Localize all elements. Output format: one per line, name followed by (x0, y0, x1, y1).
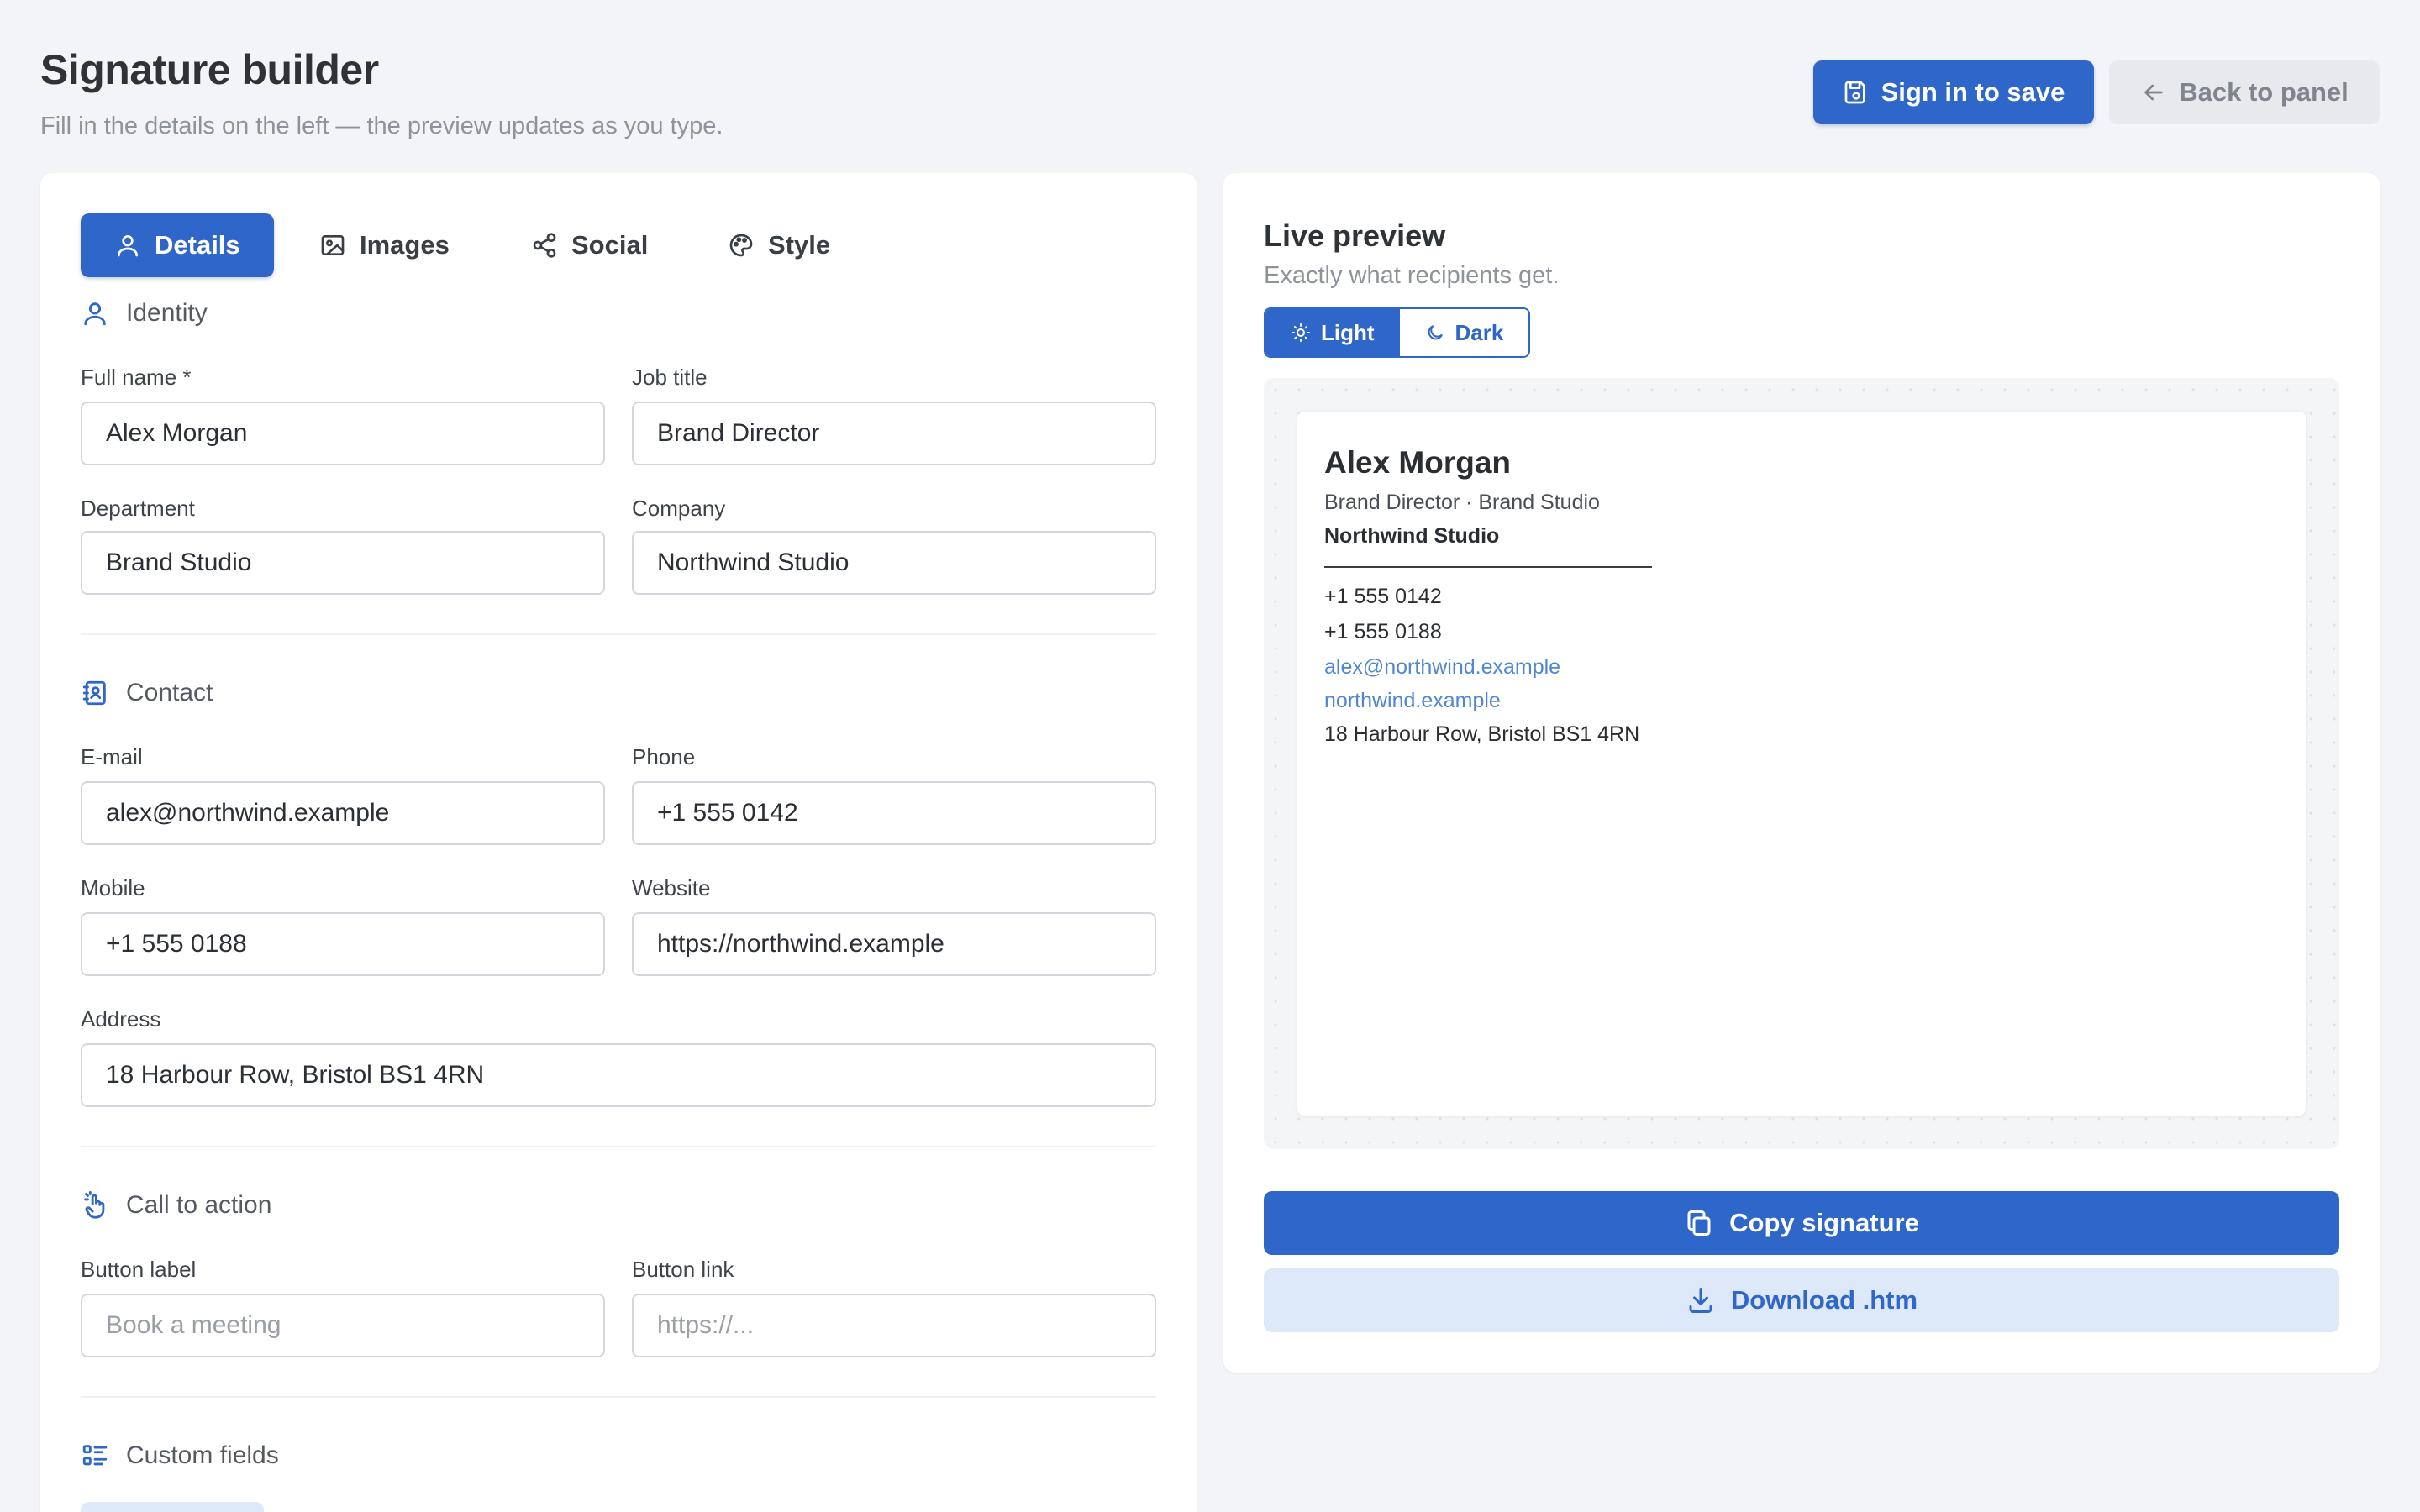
tab-details-label: Details (155, 230, 240, 260)
section-divider (81, 1396, 1156, 1398)
user-icon (118, 235, 138, 257)
signature-card: Alex Morgan Brand Director · Brand Studi… (1297, 412, 2306, 1116)
preview-card: Live preview Exactly what recipients get… (1223, 173, 2380, 1373)
pointer-click-icon (84, 1191, 105, 1219)
live-preview-title: Live preview (1264, 218, 1446, 253)
contact-heading-text: Contact (126, 679, 213, 706)
page-title: Signature builder (40, 46, 379, 93)
save-icon (1844, 81, 1865, 104)
email-field[interactable] (81, 781, 605, 845)
job-title-label: Job title (632, 365, 708, 390)
add-custom-field-button[interactable] (81, 1502, 264, 1512)
tab-style-label: Style (768, 230, 831, 260)
job-title-field[interactable] (632, 402, 1156, 465)
website-field[interactable] (632, 912, 1156, 976)
email-label: E-mail (81, 744, 143, 769)
button-label-label: Button label (81, 1257, 197, 1282)
signature-email-link[interactable]: alex@northwind.example (1324, 655, 1560, 680)
copy-icon (1687, 1210, 1711, 1236)
contact-section-heading: Contact (81, 679, 213, 707)
button-link-label: Button link (632, 1257, 734, 1282)
full-name-field[interactable] (81, 402, 605, 465)
sign-in-to-save-label: Sign in to save (1881, 77, 2065, 107)
download-icon (1689, 1288, 1712, 1313)
custom-fields-section-heading: Custom fields (81, 1441, 279, 1470)
cta-section-heading: Call to action (81, 1191, 271, 1220)
page-subtitle: Fill in the details on the left — the pr… (40, 113, 723, 139)
tab-images-label: Images (360, 230, 450, 260)
address-field[interactable] (81, 1043, 1156, 1107)
tab-details[interactable]: Details (81, 213, 274, 277)
section-divider (81, 633, 1156, 635)
live-preview-subtitle: Exactly what recipients get. (1264, 262, 1560, 289)
tab-style[interactable]: Style (694, 213, 864, 277)
signature-preview-area: Alex Morgan Brand Director · Brand Studi… (1264, 378, 2339, 1149)
editor-card: Details Images Social Style Identity Ful… (40, 173, 1197, 1512)
signature-company: Northwind Studio (1324, 524, 1500, 548)
identity-section-heading: Identity (81, 299, 208, 328)
share-icon (533, 233, 556, 258)
sign-in-to-save-button[interactable]: Sign in to save (1813, 60, 2094, 124)
download-htm-button[interactable]: Download .htm (1264, 1268, 2339, 1332)
sun-icon (1292, 323, 1310, 342)
section-divider (81, 1146, 1156, 1147)
list-details-icon (82, 1445, 108, 1466)
signature-name: Alex Morgan (1324, 445, 1512, 480)
copy-signature-label: Copy signature (1729, 1208, 1919, 1237)
back-to-panel-button[interactable]: Back to panel (2109, 60, 2380, 124)
image-icon (321, 235, 345, 255)
phone-label: Phone (632, 744, 696, 769)
moon-icon (1428, 325, 1443, 340)
light-mode-button[interactable]: Light (1265, 309, 1400, 356)
signature-divider (1324, 566, 1652, 568)
arrow-left-icon (2144, 84, 2163, 101)
company-field[interactable] (632, 531, 1156, 595)
signature-phone: +1 555 0142 (1324, 585, 1442, 608)
signature-mobile: +1 555 0188 (1324, 620, 1442, 643)
signature-builder-page: Signature builder Fill in the details on… (0, 0, 2420, 1512)
signature-website-link[interactable]: northwind.example (1324, 689, 1501, 713)
dark-mode-label: Dark (1455, 319, 1504, 345)
palette-icon (729, 234, 753, 257)
signature-role: Brand Director · Brand Studio (1324, 491, 1600, 514)
signature-address: 18 Harbour Row, Bristol BS1 4RN (1324, 722, 1640, 746)
user-icon (84, 302, 106, 326)
tab-social[interactable]: Social (497, 213, 681, 277)
full-name-label: Full name * (81, 365, 192, 390)
tab-social-label: Social (571, 230, 649, 260)
button-link-field[interactable] (632, 1294, 1156, 1357)
company-label: Company (632, 496, 726, 521)
tab-images[interactable]: Images (286, 213, 483, 277)
phone-field[interactable] (632, 781, 1156, 845)
address-label: Address (81, 1006, 161, 1032)
dark-mode-button[interactable]: Dark (1399, 309, 1529, 356)
custom-fields-heading-text: Custom fields (126, 1441, 279, 1469)
download-htm-label: Download .htm (1730, 1285, 1918, 1315)
button-label-field[interactable] (81, 1294, 605, 1357)
mobile-label: Mobile (81, 875, 145, 900)
back-to-panel-label: Back to panel (2179, 77, 2349, 107)
cta-heading-text: Call to action (126, 1191, 272, 1219)
copy-signature-button[interactable]: Copy signature (1264, 1191, 2339, 1255)
department-label: Department (81, 496, 195, 521)
mobile-field[interactable] (81, 912, 605, 976)
identity-heading-text: Identity (126, 299, 208, 327)
theme-toggle: Light Dark (1264, 307, 1531, 358)
light-mode-label: Light (1321, 319, 1375, 345)
contact-book-icon (82, 680, 106, 706)
website-label: Website (632, 875, 711, 900)
department-field[interactable] (81, 531, 605, 595)
